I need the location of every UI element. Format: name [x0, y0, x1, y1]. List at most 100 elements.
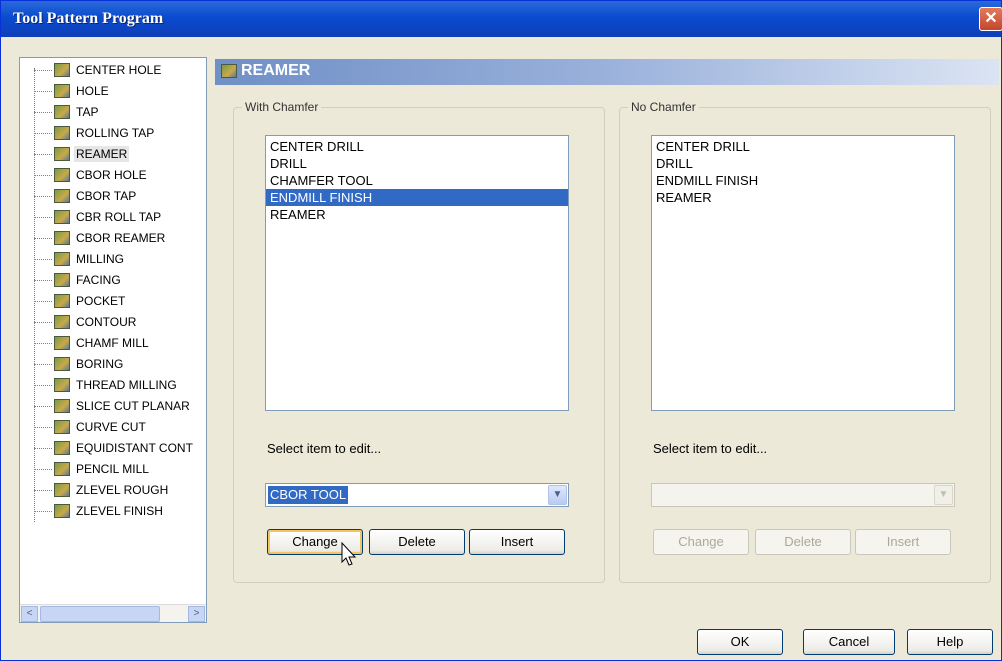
section-header: REAMER — [215, 59, 999, 85]
scroll-thumb[interactable] — [40, 606, 160, 622]
pattern-icon — [54, 336, 70, 350]
pattern-icon — [54, 252, 70, 266]
tree-branch-line — [34, 69, 52, 71]
tree-item[interactable]: ZLEVEL FINISH — [34, 501, 165, 521]
tree-horizontal-scrollbar[interactable]: < > — [20, 604, 206, 622]
tree-item[interactable]: CBR ROLL TAP — [34, 207, 163, 227]
pattern-icon — [54, 315, 70, 329]
tree-item[interactable]: ZLEVEL ROUGH — [34, 480, 170, 500]
with-chamfer-delete-button[interactable]: Delete — [369, 529, 465, 555]
list-item[interactable]: ENDMILL FINISH — [266, 189, 568, 206]
tree-branch-line — [34, 279, 52, 281]
tree-item[interactable]: CURVE CUT — [34, 417, 148, 437]
chevron-down-icon[interactable]: ▼ — [934, 485, 953, 505]
tree-item-label: PENCIL MILL — [76, 462, 149, 476]
dialog-window: Tool Pattern Program ✕ CENTER HOLE HOLE TA… — [0, 0, 1002, 661]
tree-branch-line — [34, 405, 52, 407]
with-chamfer-insert-button[interactable]: Insert — [469, 529, 565, 555]
tree-item[interactable]: PENCIL MILL — [34, 459, 151, 479]
pattern-icon — [54, 126, 70, 140]
list-item[interactable]: REAMER — [266, 206, 568, 223]
list-item[interactable]: DRILL — [652, 155, 954, 172]
tree-branch-line — [34, 237, 52, 239]
tree-branch-line — [34, 510, 52, 512]
list-item[interactable]: ENDMILL FINISH — [652, 172, 954, 189]
tree-item[interactable]: HOLE — [34, 81, 111, 101]
no-chamfer-listbox[interactable]: CENTER DRILL DRILL ENDMILL FINISH REAMER — [651, 135, 955, 411]
pattern-icon — [221, 64, 237, 78]
with-chamfer-listbox[interactable]: CENTER DRILL DRILL CHAMFER TOOL ENDMILL FIN… — [265, 135, 569, 411]
tree-branch-line — [34, 447, 52, 449]
tree-item-label: FACING — [76, 273, 121, 287]
tree-item[interactable]: ROLLING TAP — [34, 123, 156, 143]
tree-item[interactable]: CONTOUR — [34, 312, 138, 332]
tree-item[interactable]: CBOR REAMER — [34, 228, 167, 248]
list-item[interactable]: CENTER DRILL — [266, 138, 568, 155]
no-chamfer-tool-combo[interactable]: ▼ — [651, 483, 955, 507]
close-icon: ✕ — [984, 10, 998, 27]
chevron-left-icon: < — [26, 608, 33, 619]
tree-item-label: REAMER — [74, 146, 130, 162]
no-chamfer-delete-button[interactable]: Delete — [755, 529, 851, 555]
tree-branch-line — [34, 363, 52, 365]
pattern-icon — [54, 420, 70, 434]
tree-item-label: THREAD MILLING — [76, 378, 177, 392]
pattern-icon — [54, 231, 70, 245]
tree-item[interactable]: POCKET — [34, 291, 127, 311]
chevron-down-icon[interactable]: ▼ — [548, 485, 567, 505]
list-item[interactable]: CHAMFER TOOL — [266, 172, 568, 189]
tree-item-label: ROLLING TAP — [76, 126, 155, 140]
pattern-icon — [54, 273, 70, 287]
tree-item-label: MILLING — [76, 252, 125, 266]
list-item[interactable]: DRILL — [266, 155, 568, 172]
tree-branch-line — [34, 468, 52, 470]
tree-item[interactable]: CENTER HOLE — [34, 60, 163, 80]
tree-item[interactable]: TAP — [34, 102, 100, 122]
main-panel: With Chamfer CENTER DRILL DRILL CHAMFER TO… — [215, 85, 999, 615]
tree-items-container: CENTER HOLE HOLE TAP ROLLING TAP REAMER CBOR … — [20, 58, 206, 598]
tree-branch-line — [34, 489, 52, 491]
pattern-icon — [54, 105, 70, 119]
tree-item[interactable]: BORING — [34, 354, 125, 374]
ok-button[interactable]: OK — [697, 629, 783, 655]
tree-item[interactable]: CHAMF MILL — [34, 333, 151, 353]
cancel-button[interactable]: Cancel — [803, 629, 895, 655]
scroll-right-button[interactable]: > — [188, 606, 205, 622]
pattern-icon — [54, 294, 70, 308]
pattern-icon — [54, 483, 70, 497]
tree-branch-line — [34, 195, 52, 197]
tree-item-label: CBOR TAP — [76, 189, 137, 203]
tree-item[interactable]: CBOR HOLE — [34, 165, 149, 185]
tree-item[interactable]: THREAD MILLING — [34, 375, 179, 395]
no-chamfer-change-button[interactable]: Change — [653, 529, 749, 555]
tree-item[interactable]: SLICE CUT PLANAR — [34, 396, 192, 416]
tree-item[interactable]: CBOR TAP — [34, 186, 138, 206]
tree-item-label: CHAMF MILL — [76, 336, 149, 350]
pattern-tree[interactable]: CENTER HOLE HOLE TAP ROLLING TAP REAMER CBOR … — [19, 57, 207, 623]
list-item[interactable]: CENTER DRILL — [652, 138, 954, 155]
with-chamfer-select-label: Select item to edit... — [267, 441, 382, 456]
with-chamfer-tool-combo[interactable]: CBOR TOOL ▼ — [265, 483, 569, 507]
close-button[interactable]: ✕ — [979, 7, 1002, 31]
tree-branch-line — [34, 132, 52, 134]
tree-item[interactable]: FACING — [34, 270, 123, 290]
no-chamfer-insert-button[interactable]: Insert — [855, 529, 951, 555]
scroll-left-button[interactable]: < — [21, 606, 38, 622]
pattern-icon — [54, 189, 70, 203]
tree-branch-line — [34, 90, 52, 92]
tree-item-label: CBOR HOLE — [76, 168, 147, 182]
title-bar[interactable]: Tool Pattern Program ✕ — [1, 1, 1002, 37]
pattern-icon — [54, 210, 70, 224]
pattern-icon — [54, 504, 70, 518]
list-item[interactable]: REAMER — [652, 189, 954, 206]
tree-item[interactable]: REAMER — [34, 144, 130, 164]
pattern-icon — [54, 63, 70, 77]
tree-item[interactable]: EQUIDISTANT CONT — [34, 438, 195, 458]
help-button[interactable]: Help — [907, 629, 993, 655]
tree-item[interactable]: MILLING — [34, 249, 126, 269]
tree-item-label: SLICE CUT PLANAR — [76, 399, 190, 413]
tree-item-label: CBOR REAMER — [76, 231, 166, 245]
pattern-icon — [54, 378, 70, 392]
tree-branch-line — [34, 342, 52, 344]
tree-branch-line — [34, 426, 52, 428]
